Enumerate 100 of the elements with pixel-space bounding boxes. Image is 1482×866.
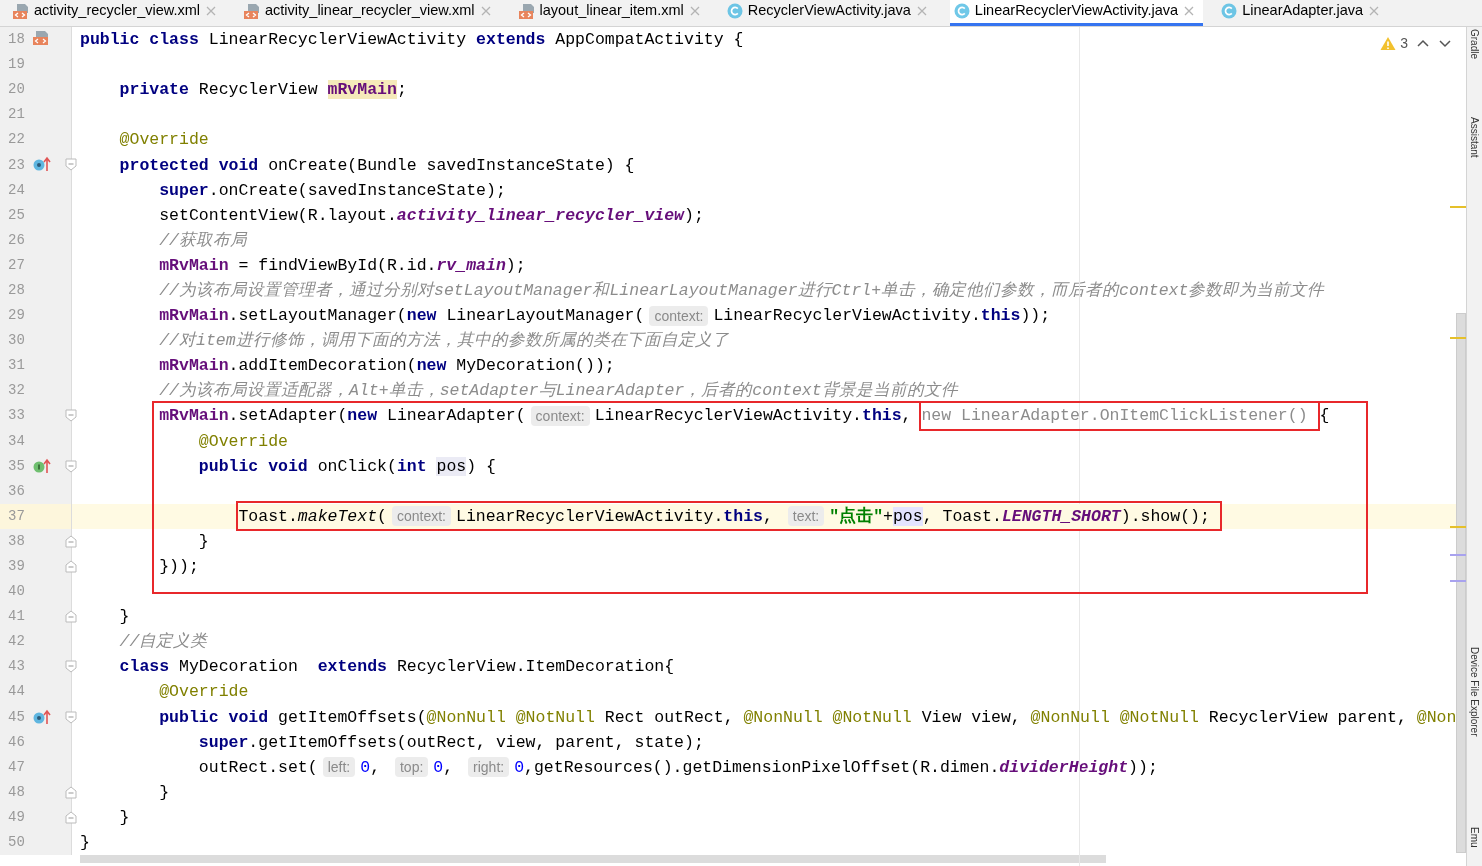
override-icon[interactable] [33, 156, 51, 173]
code-text: { [1319, 405, 1330, 428]
previous-icon[interactable] [1416, 38, 1430, 49]
code-text: 0, [360, 756, 382, 779]
line-number: 22 [7, 130, 26, 150]
code-text: Toast.makeText( [238, 505, 387, 528]
fold-icon[interactable] [65, 660, 77, 674]
line-number: 24 [7, 180, 26, 200]
error-stripe-mark[interactable] [1450, 337, 1466, 339]
line-number: 44 [7, 682, 26, 702]
line-number: 49 [7, 807, 26, 827]
close-icon[interactable] [205, 5, 217, 17]
override-icon[interactable] [33, 708, 51, 725]
line-number: 28 [7, 281, 26, 300]
code-text: } [119, 606, 130, 629]
next-icon[interactable] [1438, 38, 1452, 49]
line-number: 40 [7, 582, 26, 602]
implement-icon[interactable] [33, 457, 51, 474]
line-number: 34 [7, 431, 26, 451]
line-number: 31 [7, 356, 26, 376]
code-text: public void getItemOffsets(@NonNull @NotNull Rect outRect, @NonNull @NotNull View view, @NonNull @NotNull RecyclerView parent, @Non [159, 706, 1457, 729]
scrollbar[interactable] [80, 855, 1106, 864]
line-number: 29 [7, 306, 26, 326]
fold-icon[interactable] [65, 785, 77, 799]
file-tab[interactable]: activity_linear_recycler_view.xml [239, 0, 500, 26]
line-number: 27 [7, 255, 26, 275]
line-number: 36 [7, 481, 26, 501]
close-icon[interactable] [688, 5, 701, 17]
fold-icon[interactable] [65, 158, 77, 172]
file-tab[interactable]: LinearAdapter.java [1217, 0, 1389, 26]
code-text: 0, [433, 756, 455, 779]
error-stripe-mark[interactable] [1450, 526, 1466, 528]
line-number: 18 [7, 30, 26, 50]
line-number: 45 [7, 707, 26, 727]
close-icon[interactable] [479, 5, 492, 17]
line-number: 47 [7, 757, 26, 777]
fold-icon[interactable] [65, 459, 77, 473]
code-text: protected void onCreate(Bundle savedInstanceState) { [119, 154, 635, 177]
close-icon[interactable] [915, 5, 928, 17]
code-text: mRvMain.addItemDecoration(new MyDecoration()); [159, 355, 615, 378]
code-text: public void onClick(int pos) { [198, 455, 496, 478]
tool-window-tab[interactable]: Device File Explorer [1468, 647, 1481, 737]
parameter-hint: context: [392, 506, 451, 527]
code-text: })); [159, 556, 199, 578]
line-number: 41 [7, 607, 26, 627]
xml-file-icon [12, 2, 29, 20]
line-number: 48 [7, 782, 26, 802]
code-text: class MyDecoration extends RecyclerView.ItemDecoration{ [119, 656, 675, 679]
code-text: super.onCreate(savedInstanceState); [159, 179, 506, 202]
parameter-hint: context: [530, 405, 590, 426]
code-text: mRvMain.setAdapter(new LinearAdapter( [159, 405, 526, 428]
code-text: //为该布局设置适配器，Alt+单击，setAdapter与LinearAdapter，后者的context背景是当前的文件 [159, 380, 958, 403]
code-text: outRect.set( [198, 756, 318, 779]
line-number: 38 [7, 531, 26, 551]
warning-count[interactable]: 3 [1380, 33, 1408, 54]
error-stripe-mark[interactable] [1450, 580, 1466, 582]
code-text: @Override [159, 681, 249, 704]
class-file-icon [953, 3, 970, 19]
code-text: "点击"+pos, Toast.LENGTH_SHORT).show(); [829, 505, 1210, 528]
file-tab[interactable]: layout_linear_item.xml [513, 0, 709, 26]
tool-window-tab[interactable]: Assistant [1468, 117, 1481, 158]
close-icon[interactable] [1368, 5, 1381, 17]
line-number: 39 [7, 557, 26, 576]
code-text: @Override [198, 430, 288, 453]
code-text: //对item进行修饰，调用下面的方法，其中的参数所属的类在下面自定义了 [159, 330, 729, 353]
xml-file-icon[interactable] [33, 31, 48, 45]
file-tab[interactable]: activity_recycler_view.xml [8, 0, 225, 26]
line-number: 21 [7, 105, 26, 125]
line-number: 35 [7, 456, 26, 476]
fold-icon[interactable] [65, 409, 77, 423]
line-number: 25 [7, 205, 26, 225]
tool-window-tab[interactable]: Emu [1468, 827, 1481, 848]
code-text: } [80, 832, 90, 855]
fold-icon[interactable] [65, 710, 77, 724]
code-text: LinearRecyclerViewActivity.this, [456, 505, 774, 528]
fold-icon[interactable] [65, 610, 77, 624]
code-text: //获取布局 [159, 229, 248, 252]
class-file-icon [1221, 3, 1238, 19]
fold-icon[interactable] [65, 559, 77, 573]
line-number: 19 [7, 55, 26, 75]
fold-icon[interactable] [65, 810, 77, 824]
code-text: LinearRecyclerViewActivity.this)); [713, 305, 1051, 328]
scrollbar[interactable] [1456, 313, 1466, 853]
parameter-hint: text: [787, 506, 825, 527]
line-number: 42 [7, 632, 26, 652]
code-text: private RecyclerView mRvMain; [119, 79, 407, 102]
code-text: super.getItemOffsets(outRect, view, parent, state); [198, 731, 704, 754]
error-stripe-mark[interactable] [1450, 206, 1466, 208]
xml-file-icon [517, 2, 535, 20]
error-stripe-mark[interactable] [1450, 554, 1466, 556]
tool-window-tab[interactable]: Gradle [1468, 29, 1481, 59]
line-number: 23 [7, 155, 26, 175]
file-tab[interactable]: RecyclerViewActivity.java [722, 0, 936, 26]
parameter-hint: left: [322, 757, 356, 778]
fold-icon[interactable] [65, 534, 77, 548]
file-tab[interactable]: LinearRecyclerViewActivity.java [949, 0, 1204, 26]
code-text: } [119, 806, 130, 829]
close-icon[interactable] [1183, 5, 1196, 17]
line-number: 32 [7, 381, 26, 401]
line-number: 20 [7, 80, 26, 100]
